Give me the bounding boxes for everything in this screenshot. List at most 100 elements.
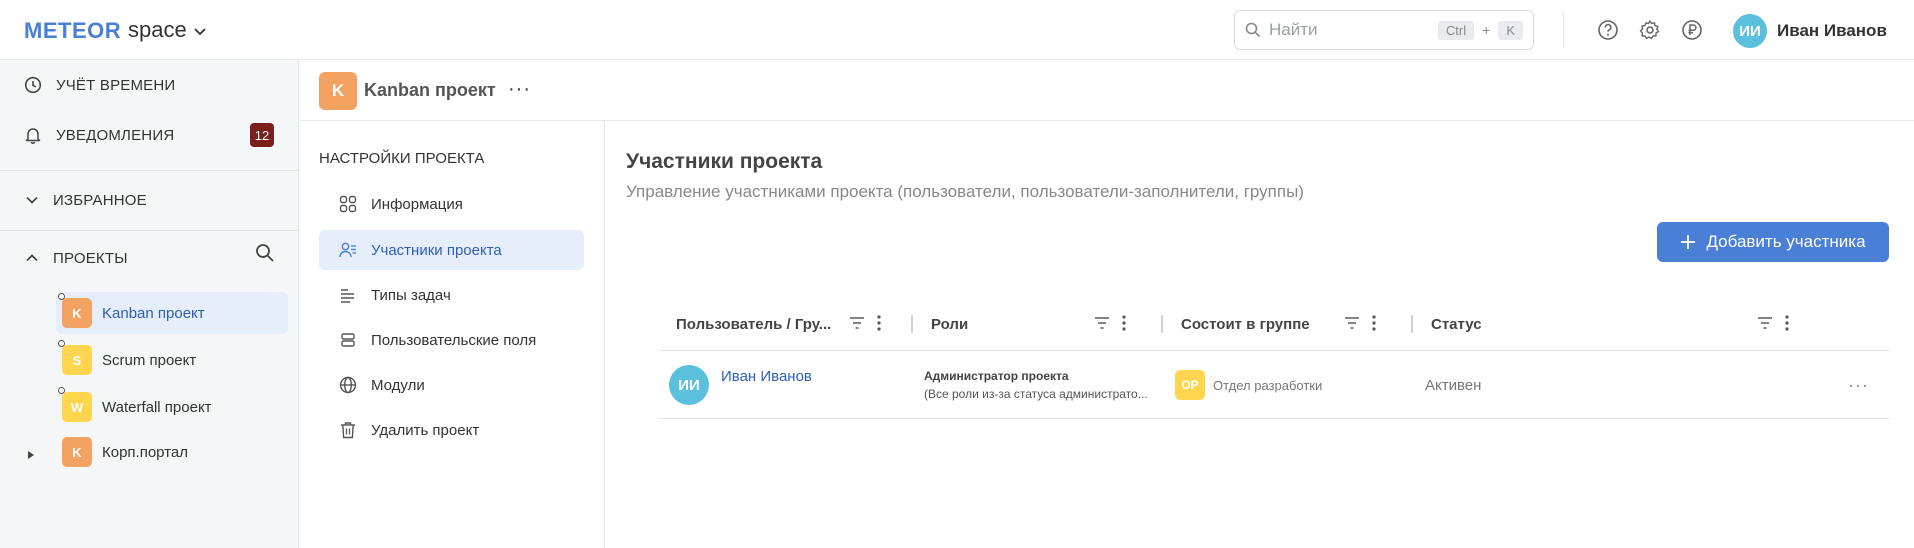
filter-icon[interactable] <box>1756 314 1774 332</box>
column-menu-icon[interactable] <box>1784 314 1790 332</box>
members-table: Пользователь / Гру... Роли Состоит в гру… <box>658 297 1889 419</box>
members-panel: Участники проекта Управление участниками… <box>606 122 1914 548</box>
column-menu-icon[interactable] <box>1371 314 1377 332</box>
column-title: Статус <box>1431 315 1482 333</box>
settings-item-label: Участники проекта <box>371 241 502 259</box>
table-row[interactable]: ИИ Иван Иванов Администратор проекта (Вс… <box>658 351 1889 419</box>
settings-title: НАСТРОЙКИ ПРОЕКТА <box>319 150 485 167</box>
search-icon[interactable] <box>255 243 279 267</box>
row-actions[interactable]: ··· <box>1848 351 1869 419</box>
user-name: Иван Иванов <box>1777 21 1887 40</box>
notification-count-badge: 12 <box>250 123 274 147</box>
avatar: ИИ <box>1733 14 1767 48</box>
list-icon <box>341 289 354 303</box>
sidebar-item-time-tracking[interactable]: УЧЁТ ВРЕМЕНИ <box>0 60 299 110</box>
chevron-up-icon <box>26 254 38 262</box>
grid-icon <box>339 195 357 213</box>
settings-item-label: Информация <box>371 195 463 213</box>
settings-item-label: Пользовательские поля <box>371 331 537 349</box>
search-box[interactable]: Найти Ctrl + K <box>1234 10 1534 50</box>
chevron-down-icon <box>194 28 206 36</box>
search-icon <box>1245 22 1261 38</box>
settings-item-info[interactable]: Информация <box>319 184 584 224</box>
column-header-group[interactable]: Состоит в группе <box>1181 297 1310 351</box>
sidebar-item-label: УВЕДОМЛЕНИЯ <box>56 126 175 144</box>
group-cell: ОР Отдел разработки <box>1175 351 1322 419</box>
user-cell: ИИ Иван Иванов <box>669 351 812 419</box>
project-name: Kanban проект <box>102 304 205 322</box>
project-title: Kanban проект <box>364 80 496 100</box>
sidebar-item-label: УЧЁТ ВРЕМЕНИ <box>56 76 176 94</box>
chevron-down-icon <box>26 196 38 204</box>
add-member-button[interactable]: Добавить участника <box>1657 222 1889 262</box>
column-separator[interactable] <box>911 315 913 333</box>
project-settings-menu: НАСТРОЙКИ ПРОЕКТА Информация Участники п… <box>300 122 605 548</box>
page-title: Участники проекта <box>626 150 823 173</box>
more-options-button[interactable]: ··· <box>508 78 531 101</box>
user-link[interactable]: Иван Иванов <box>721 368 812 385</box>
column-menu-icon[interactable] <box>876 314 882 332</box>
column-separator[interactable] <box>1161 315 1163 333</box>
status-text: Активен <box>1425 376 1482 394</box>
project-icon: W <box>58 387 92 422</box>
project-header: K Kanban проект ··· <box>300 60 1914 121</box>
column-header-roles[interactable]: Роли <box>931 297 968 351</box>
shortcut-ctrl: Ctrl <box>1437 20 1475 40</box>
settings-item-members[interactable]: Участники проекта <box>319 230 584 270</box>
project-name: Корп.портал <box>102 443 188 461</box>
project-icon: S <box>58 340 92 375</box>
role-note: (Все роли из-за статуса администрато... <box>924 387 1148 401</box>
settings-item-delete-project[interactable]: Удалить проект <box>319 410 584 450</box>
settings-item-task-types[interactable]: Типы задач <box>319 275 584 315</box>
members-icon <box>339 242 356 258</box>
sidebar-project-waterfall[interactable]: W Waterfall проект <box>56 386 288 428</box>
project-letter: W <box>70 399 84 415</box>
add-member-label: Добавить участника <box>1706 232 1866 251</box>
settings-item-label: Удалить проект <box>371 421 480 439</box>
roles-cell: Администратор проекта (Все роли из-за ст… <box>924 351 1154 419</box>
sidebar-item-notifications[interactable]: УВЕДОМЛЕНИЯ 12 <box>0 110 299 160</box>
filter-icon[interactable] <box>1093 314 1111 332</box>
column-header-status[interactable]: Статус <box>1431 297 1482 351</box>
column-title: Пользователь / Гру... <box>676 315 832 333</box>
sidebar-project-portal[interactable]: K Корп.портал <box>56 431 288 473</box>
group-name: Отдел разработки <box>1213 377 1323 393</box>
table-header: Пользователь / Гру... Роли Состоит в гру… <box>658 297 1889 351</box>
workspace-name: space <box>128 17 187 42</box>
expand-arrow-icon[interactable] <box>26 447 36 464</box>
row-more-button[interactable]: ··· <box>1848 375 1869 396</box>
app-logo[interactable]: METEOR <box>24 18 121 44</box>
ruble-icon[interactable] <box>1680 18 1704 42</box>
role-title: Администратор проекта <box>924 369 1069 383</box>
top-bar: METEOR space Найти Ctrl + K ИИ Иван Иван… <box>0 0 1914 60</box>
settings-item-custom-fields[interactable]: Пользовательские поля <box>319 320 584 360</box>
avatar: ИИ <box>669 365 709 405</box>
sidebar-project-scrum[interactable]: S Scrum проект <box>56 339 288 381</box>
settings-icon[interactable] <box>1638 18 1662 42</box>
project-letter: K <box>72 444 82 460</box>
project-icon: K <box>58 293 92 328</box>
project-name: Scrum проект <box>102 351 197 369</box>
project-letter: K <box>72 305 82 321</box>
project-icon: K <box>62 437 92 467</box>
favorites-section-toggle[interactable]: ИЗБРАННОЕ <box>0 180 299 220</box>
projects-label: ПРОЕКТЫ <box>53 249 128 267</box>
status-cell: Активен <box>1425 351 1481 419</box>
filter-icon[interactable] <box>848 314 866 332</box>
column-title: Состоит в группе <box>1181 315 1310 333</box>
page-subtitle: Управление участниками проекта (пользова… <box>626 182 1304 201</box>
settings-item-label: Модули <box>371 376 425 394</box>
column-menu-icon[interactable] <box>1121 314 1127 332</box>
workspace-switcher[interactable]: space <box>128 17 207 43</box>
column-header-user[interactable]: Пользователь / Гру... <box>676 297 831 351</box>
column-title: Роли <box>931 315 969 333</box>
sidebar-project-kanban[interactable]: K Kanban проект <box>56 292 288 334</box>
search-placeholder[interactable]: Найти <box>1269 20 1430 40</box>
filter-icon[interactable] <box>1343 314 1361 332</box>
settings-item-modules[interactable]: Модули <box>319 365 584 405</box>
settings-item-label: Типы задач <box>371 286 451 304</box>
project-icon: K <box>319 72 357 110</box>
help-icon[interactable] <box>1596 18 1620 42</box>
user-menu[interactable]: ИИ Иван Иванов <box>1733 14 1887 48</box>
column-separator[interactable] <box>1411 315 1413 333</box>
